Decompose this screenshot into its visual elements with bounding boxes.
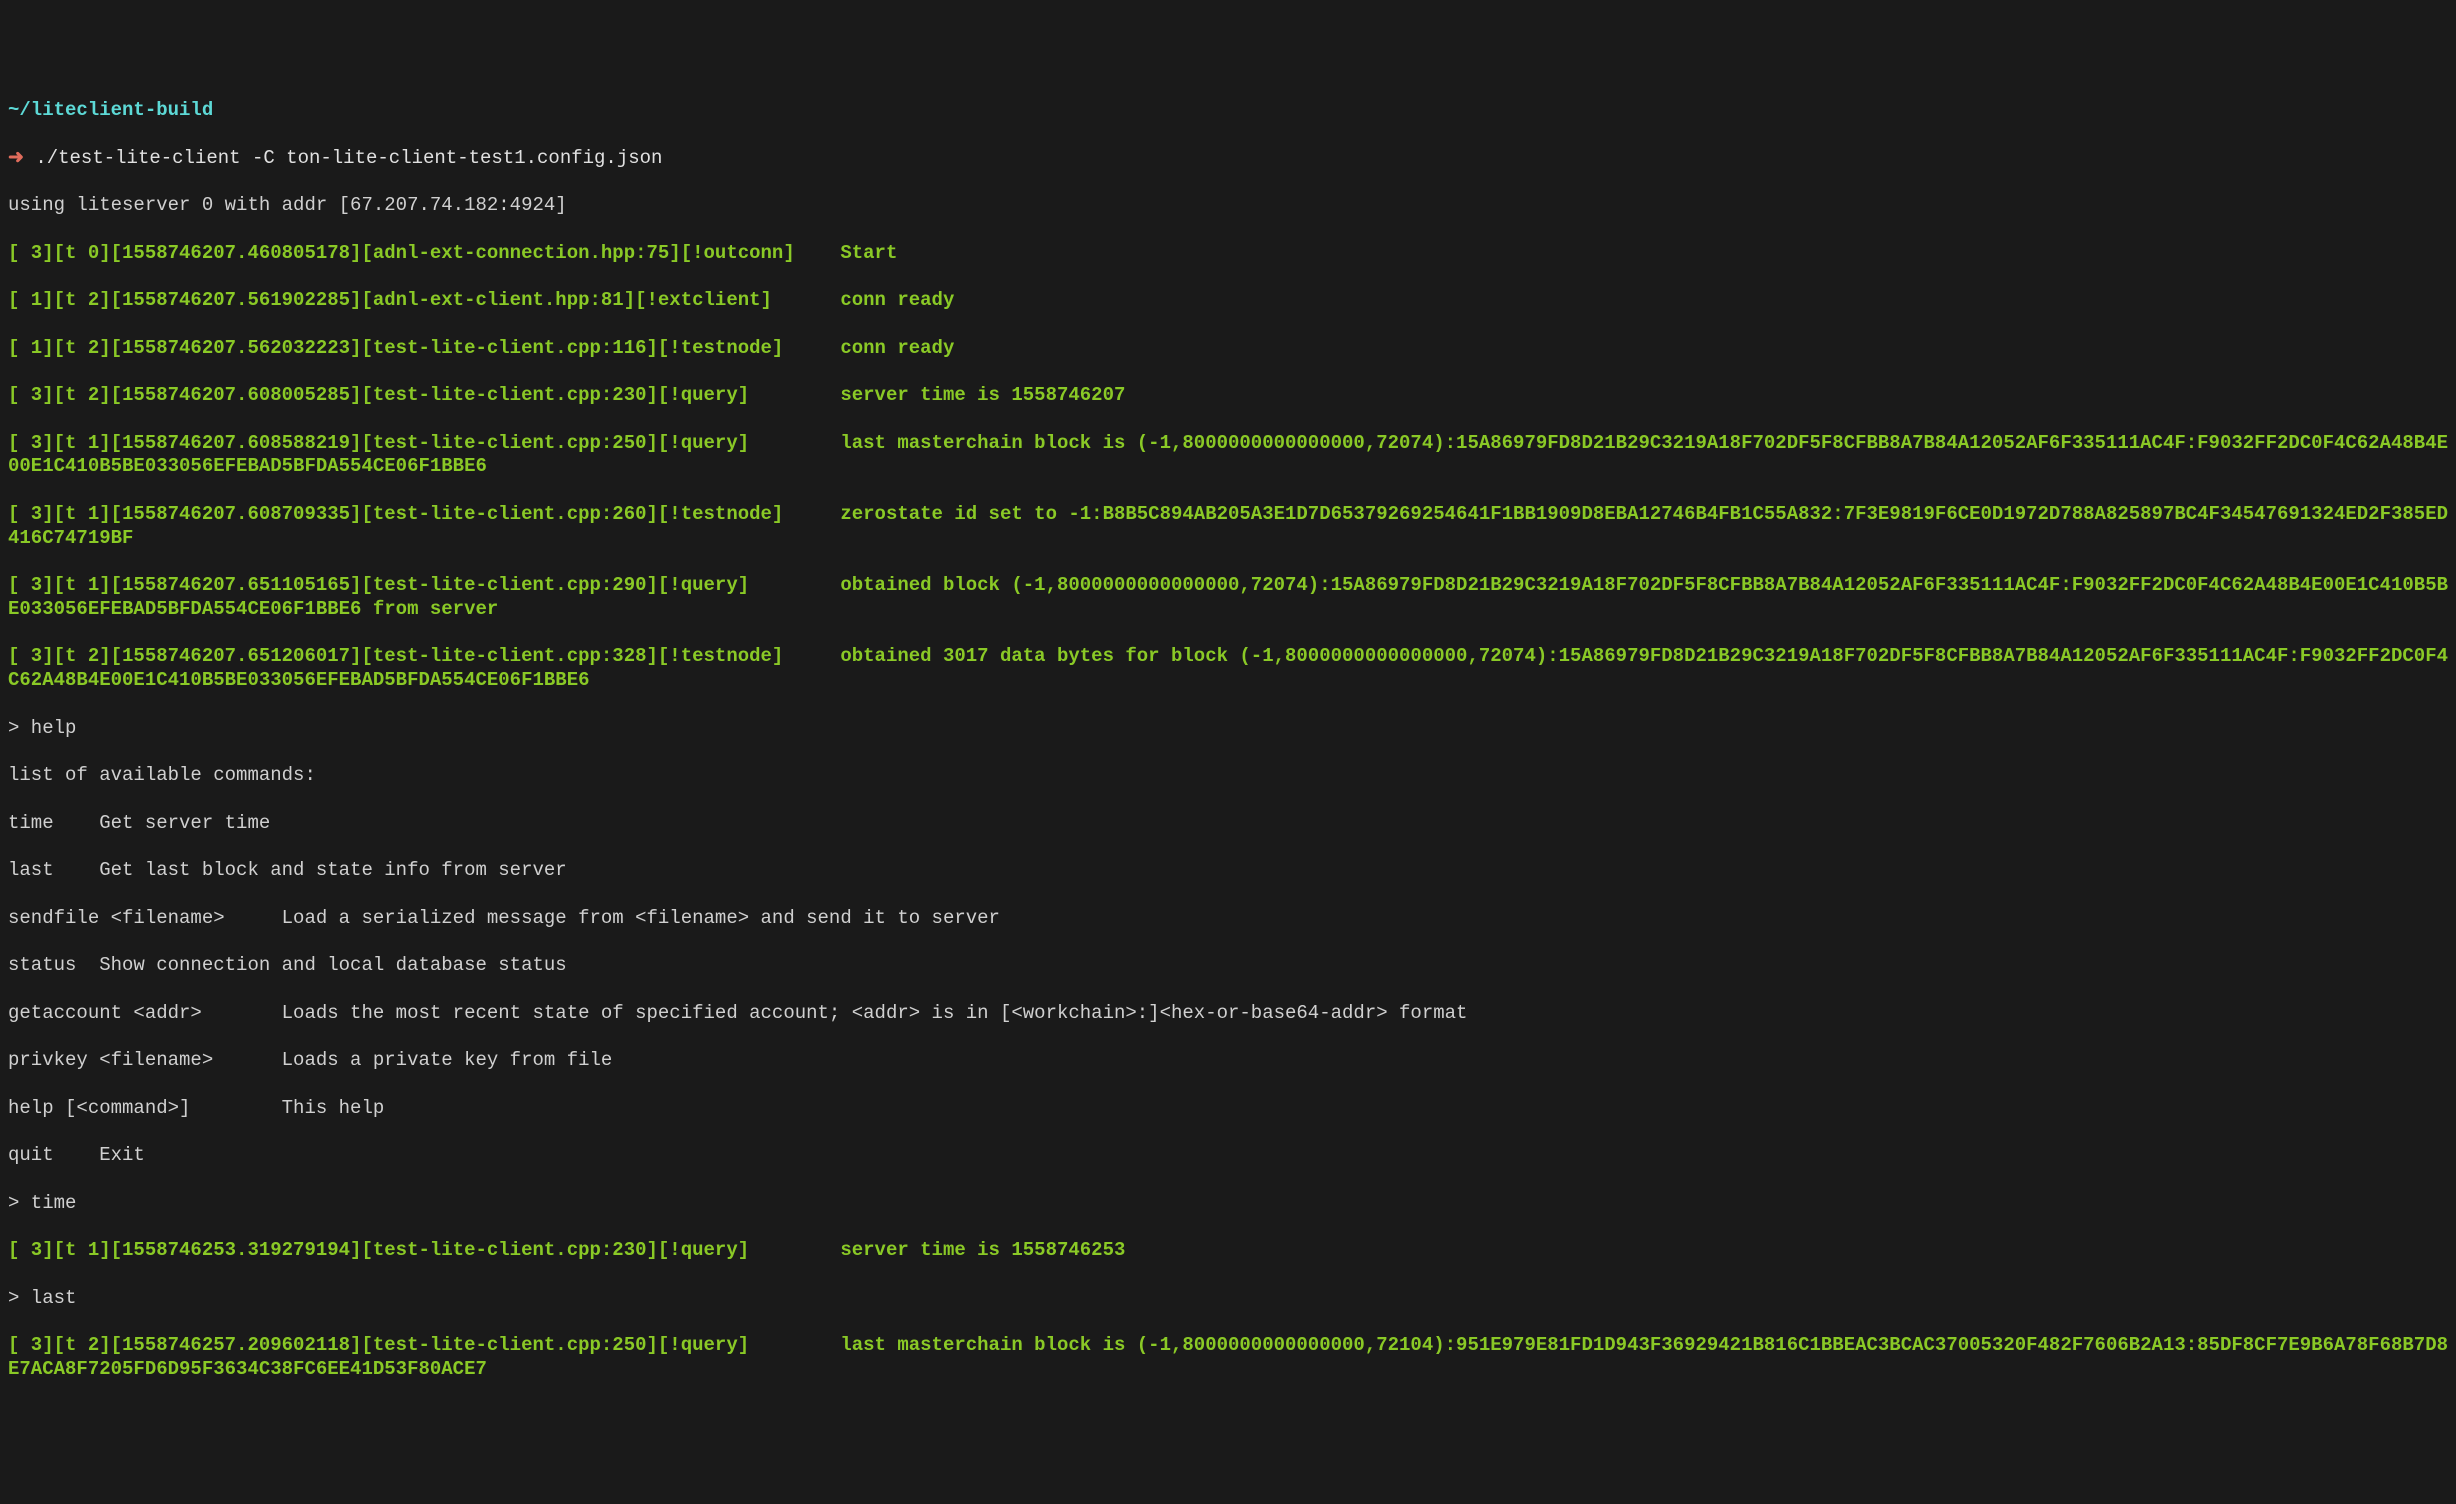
help-getaccount: getaccount <addr> Loads the most recent … bbox=[8, 1002, 2448, 1026]
log-obtained-bytes: [ 3][t 2][1558746207.651206017][test-lit… bbox=[8, 645, 2448, 693]
log-masterchain-block: [ 3][t 1][1558746207.608588219][test-lit… bbox=[8, 432, 2448, 480]
repl-last-cmd[interactable]: > last bbox=[8, 1287, 2448, 1311]
log-time-result: [ 3][t 1][1558746253.319279194][test-lit… bbox=[8, 1239, 2448, 1263]
liteserver-info: using liteserver 0 with addr [67.207.74.… bbox=[8, 194, 2448, 218]
prompt-arrow: ➜ bbox=[8, 147, 24, 169]
help-sendfile: sendfile <filename> Load a serialized me… bbox=[8, 907, 2448, 931]
help-time: time Get server time bbox=[8, 812, 2448, 836]
help-last: last Get last block and state info from … bbox=[8, 859, 2448, 883]
log-zerostate: [ 3][t 1][1558746207.608709335][test-lit… bbox=[8, 503, 2448, 551]
repl-help-cmd[interactable]: > help bbox=[8, 717, 2448, 741]
log-server-time: [ 3][t 2][1558746207.608005285][test-lit… bbox=[8, 384, 2448, 408]
help-privkey: privkey <filename> Loads a private key f… bbox=[8, 1049, 2448, 1073]
log-last-result: [ 3][t 2][1558746257.209602118][test-lit… bbox=[8, 1334, 2448, 1382]
log-conn-ready-1: [ 1][t 2][1558746207.561902285][adnl-ext… bbox=[8, 289, 2448, 313]
cwd-path: ~/liteclient-build bbox=[8, 99, 213, 121]
help-header: list of available commands: bbox=[8, 764, 2448, 788]
command-line[interactable]: ./test-lite-client -C ton-lite-client-te… bbox=[35, 147, 662, 169]
log-conn-ready-2: [ 1][t 2][1558746207.562032223][test-lit… bbox=[8, 337, 2448, 361]
log-start: [ 3][t 0][1558746207.460805178][adnl-ext… bbox=[8, 242, 2448, 266]
help-quit: quit Exit bbox=[8, 1144, 2448, 1168]
repl-time-cmd[interactable]: > time bbox=[8, 1192, 2448, 1216]
help-help: help [<command>] This help bbox=[8, 1097, 2448, 1121]
help-status: status Show connection and local databas… bbox=[8, 954, 2448, 978]
log-obtained-block: [ 3][t 1][1558746207.651105165][test-lit… bbox=[8, 574, 2448, 622]
